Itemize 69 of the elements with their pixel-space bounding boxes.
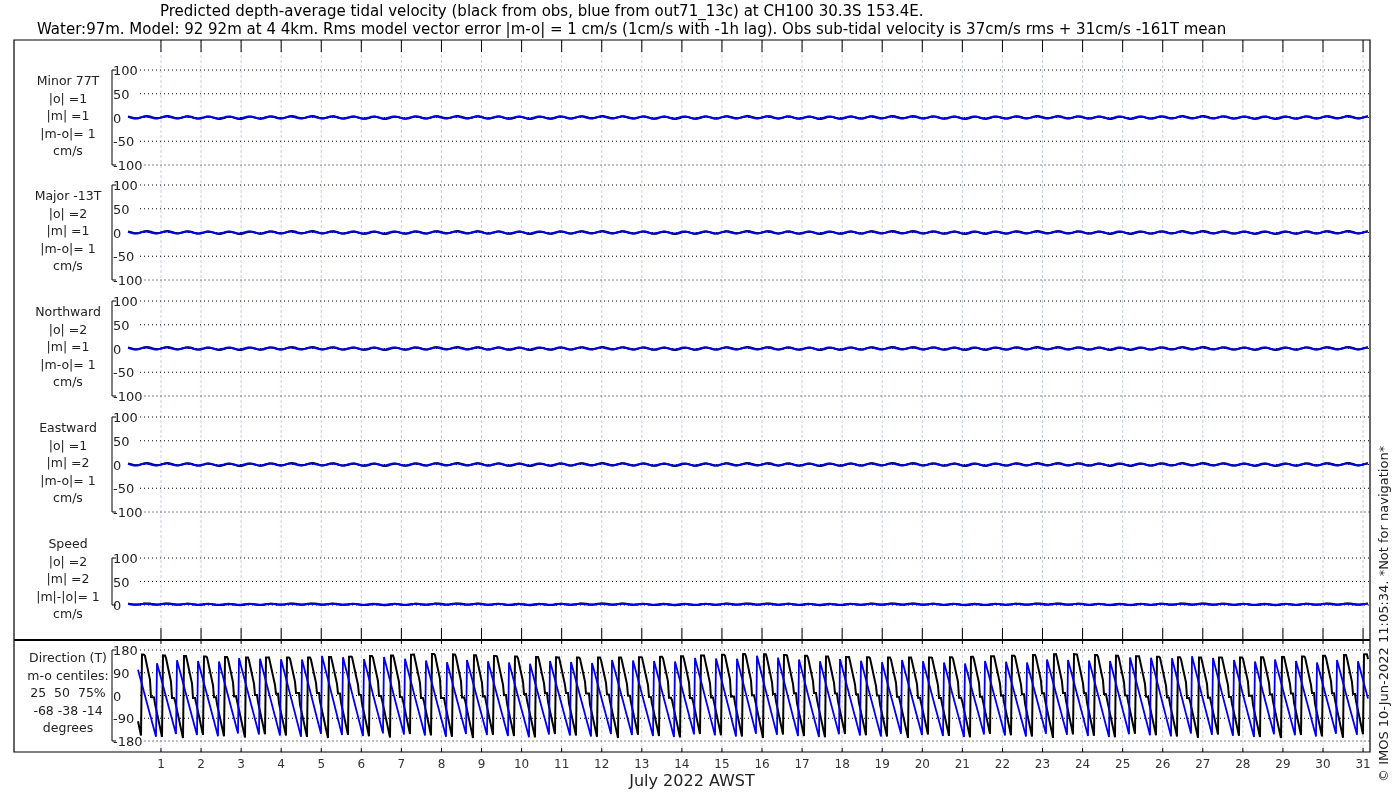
y-tick-label: 50: [113, 86, 130, 102]
y-tick-label: 50: [113, 433, 130, 449]
x-tick-label: 24: [1074, 757, 1091, 771]
x-tick-label: 13: [634, 757, 650, 771]
x-tick-label: 30: [1315, 757, 1331, 771]
x-tick-label: 28: [1235, 757, 1251, 771]
copyright-note: © IMOS 10-Jun-2022 11:05:34. *Not for navigation*: [1376, 445, 1391, 782]
panel-label: Eastward |o| =1 |m| =2 |m-o|= 1 cm/s: [39, 420, 97, 505]
y-tick-label: -50: [113, 249, 135, 265]
y-tick-label: 0: [113, 110, 122, 126]
x-tick-label: 8: [437, 757, 446, 771]
x-tick-label: 27: [1195, 757, 1211, 771]
x-tick-label: 14: [674, 757, 690, 771]
x-tick-label: 17: [794, 757, 810, 771]
x-tick-label: 20: [914, 757, 930, 771]
y-tick-label: 100: [113, 294, 138, 309]
y-tick-label: 50: [113, 574, 130, 590]
y-tick-label: 100: [113, 178, 138, 193]
y-tick-label: -100: [113, 273, 143, 288]
x-tick-label: 22: [994, 757, 1011, 771]
y-tick-label: 100: [113, 410, 138, 425]
panel-label: Major -13T |o| =2 |m| =1 |m-o|= 1 cm/s: [34, 188, 102, 273]
x-tick-label: 9: [477, 757, 486, 771]
y-tick-label: -50: [113, 134, 135, 150]
x-tick-label: 11: [554, 757, 570, 771]
y-tick-label: 180: [113, 643, 138, 658]
x-tick-label: 7: [397, 757, 406, 771]
y-tick-label: -90: [113, 711, 135, 727]
x-tick-label: 1: [157, 757, 165, 771]
y-tick-label: 0: [113, 225, 122, 241]
x-tick-label: 23: [1034, 757, 1051, 771]
y-tick-label: -100: [113, 505, 143, 520]
x-tick-label: 26: [1155, 757, 1171, 771]
x-tick-label: 21: [954, 757, 970, 771]
x-tick-label: 5: [317, 757, 326, 771]
y-tick-label: 90: [113, 665, 130, 681]
panel-label: Speed |o| =2 |m| =2 |m|-|o|= 1 cm/s: [36, 536, 100, 621]
y-tick-label: 100: [113, 551, 138, 566]
y-tick-label: -100: [113, 389, 143, 404]
x-tick-label: 25: [1115, 757, 1131, 771]
x-tick-label: 16: [754, 757, 770, 771]
y-tick-label: 0: [113, 341, 122, 357]
x-tick-label: 12: [594, 757, 610, 771]
y-tick-label: 0: [113, 598, 122, 613]
y-tick-label: -50: [113, 365, 135, 381]
x-tick-label: 31: [1355, 757, 1371, 771]
panel-label: Direction (T) m-o centiles: 25 50 75% -68 -38 -14 degrees: [27, 650, 109, 735]
y-tick-label: 0: [113, 688, 122, 704]
y-tick-label: 50: [113, 201, 130, 217]
y-tick-label: -100: [113, 158, 143, 173]
x-tick-label: 4: [277, 757, 285, 771]
chart-title: Water:97m. Model: 92 92m at 4 4km. Rms model vector error |m-o| = 1 cm/s (1cm/s with -1h lag). Obs sub-tidal velocity is 37cm/s rms + 31cm/s -161T mean: [37, 20, 1227, 38]
y-tick-label: 0: [113, 457, 122, 473]
x-tick-label: 2: [197, 757, 205, 771]
x-tick-label: 18: [834, 757, 850, 771]
y-tick-label: -180: [113, 734, 143, 749]
x-tick-label: 10: [513, 757, 530, 771]
x-tick-label: 19: [874, 757, 890, 771]
x-tick-label: 6: [357, 757, 366, 771]
x-axis-label: July 2022 AWST: [629, 771, 755, 790]
y-tick-label: 100: [113, 63, 138, 78]
y-tick-label: 50: [113, 317, 130, 333]
x-tick-label: 15: [714, 757, 730, 771]
panel-label: Minor 77T |o| =1 |m| =1 |m-o|= 1 cm/s: [36, 73, 100, 158]
y-tick-label: -50: [113, 481, 135, 497]
chart-title: Predicted depth-average tidal velocity (black from obs, blue from out71_13c) at CH100 30.3S 153.4E.: [160, 2, 924, 20]
x-tick-label: 29: [1275, 757, 1291, 771]
panel-label: Northward |o| =2 |m| =1 |m-o|= 1 cm/s: [35, 304, 101, 389]
x-tick-label: 3: [237, 757, 245, 771]
